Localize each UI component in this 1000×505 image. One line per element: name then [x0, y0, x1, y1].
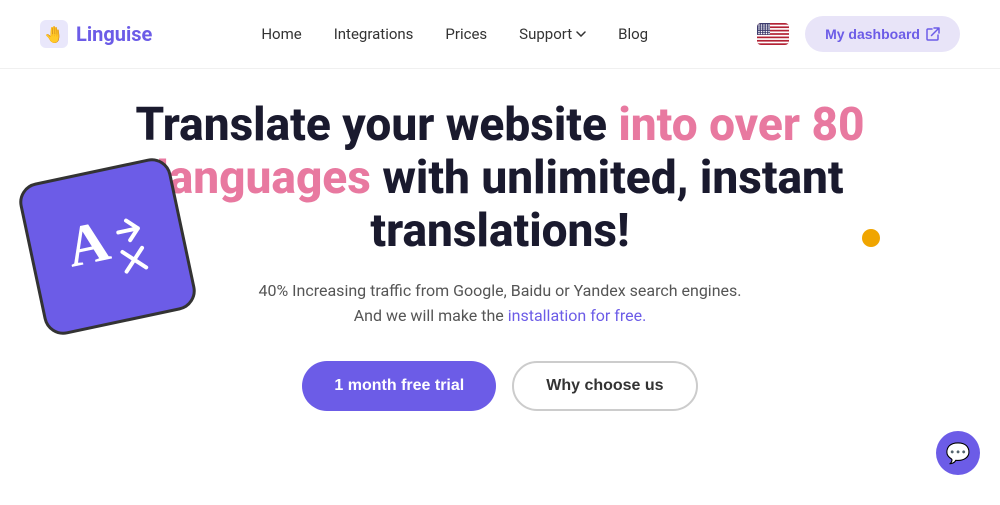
nav-blog[interactable]: Blog [618, 25, 648, 43]
brand-name: Linguise [76, 22, 152, 46]
nav-integrations[interactable]: Integrations [334, 25, 414, 43]
nav-prices[interactable]: Prices [445, 25, 487, 43]
logo[interactable]: 🤚 Linguise [40, 20, 152, 48]
hero-subtitle: 40% Increasing traffic from Google, Baid… [258, 278, 741, 329]
dashboard-button[interactable]: My dashboard [805, 16, 960, 52]
hero-buttons: 1 month free trial Why choose us [302, 361, 697, 411]
chat-bubble-button[interactable]: 💬 [936, 431, 980, 475]
installation-link[interactable]: installation for free. [508, 306, 647, 325]
orange-dot-decoration [862, 229, 880, 247]
hero-title: Translate your website into over 80 lang… [110, 99, 890, 258]
nav-support[interactable]: Support [519, 25, 586, 43]
external-link-icon [926, 27, 940, 41]
navbar: 🤚 Linguise Home Integrations Prices Supp… [0, 0, 1000, 69]
logo-icon: 🤚 [40, 20, 68, 48]
free-trial-button[interactable]: 1 month free trial [302, 361, 496, 411]
chat-icon: 💬 [946, 441, 971, 465]
language-flag-button[interactable] [757, 23, 789, 45]
translate-icon: A [55, 198, 160, 295]
svg-text:A: A [60, 207, 115, 279]
svg-text:🤚: 🤚 [44, 25, 64, 44]
nav-right: My dashboard [757, 16, 960, 52]
translate-card-decoration: A [16, 155, 200, 339]
hero-section: A Translate your website into over 80 la… [0, 69, 1000, 431]
nav-home[interactable]: Home [261, 25, 301, 43]
nav-links: Home Integrations Prices Support Blog [261, 25, 648, 43]
why-choose-us-button[interactable]: Why choose us [512, 361, 697, 411]
chevron-down-icon [576, 31, 586, 37]
us-flag-icon [757, 23, 789, 45]
